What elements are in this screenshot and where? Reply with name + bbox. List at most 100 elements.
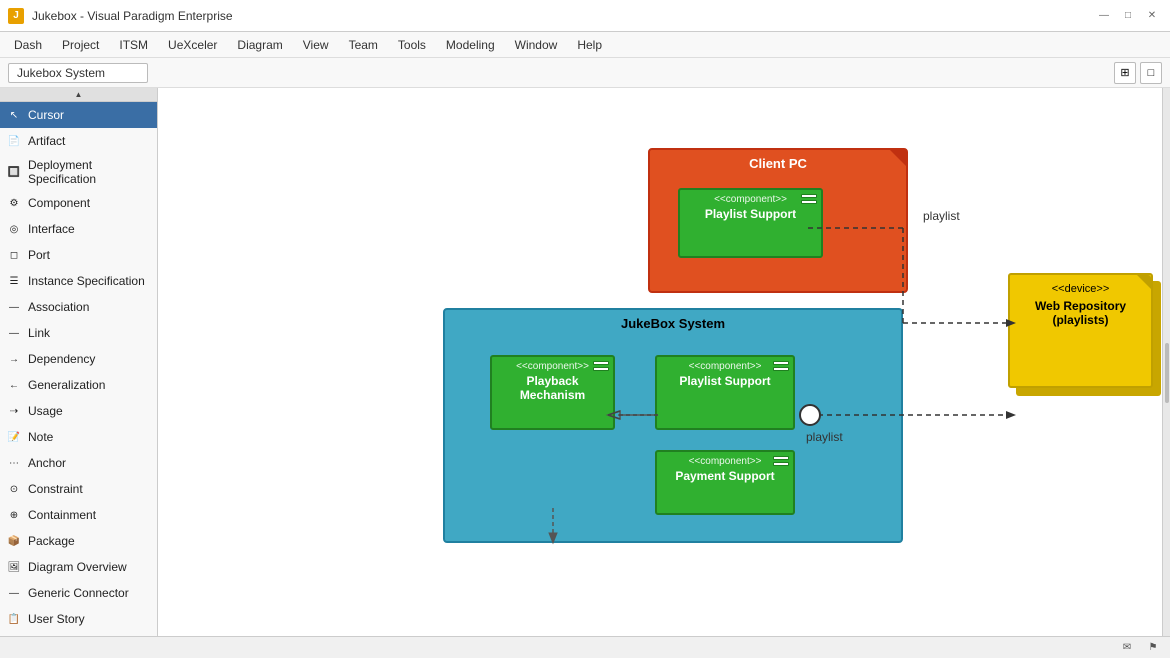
menu-item-modeling[interactable]: Modeling — [436, 35, 505, 55]
flag-icon-button[interactable]: ⚑ — [1144, 639, 1162, 657]
usage-icon: ⇢ — [6, 403, 22, 419]
diagram-canvas[interactable]: playlist Client PC <<component>> Playlis… — [158, 88, 1162, 658]
anchor-icon: ⋯ — [6, 455, 22, 471]
panel-item-usage[interactable]: ⇢ Usage — [0, 398, 157, 424]
panel-item-diagram-overview[interactable]: 🖼Diagram Overview — [0, 554, 157, 580]
dependency-icon: → — [6, 351, 22, 367]
instance-spec-icon: ☰ — [6, 273, 22, 289]
window-controls: — □ ✕ — [1094, 6, 1162, 26]
breadcrumb[interactable]: Jukebox System — [8, 63, 148, 83]
playback-stereotype: <<component>> — [498, 361, 607, 372]
web-repo-stereotype: <<device>> — [1010, 275, 1151, 299]
link-icon: — — [6, 325, 22, 341]
menu-item-window[interactable]: Window — [505, 35, 568, 55]
panel-item-interface[interactable]: ◎ Interface — [0, 216, 157, 242]
jukebox-playlist-name: Playlist Support — [663, 374, 787, 388]
interface-icon: ◎ — [6, 221, 22, 237]
constraint-icon: ⊙ — [6, 481, 22, 497]
interface-label: Interface — [28, 222, 75, 236]
jukebox-system-node[interactable]: JukeBox System <<component>> PlaybackMec… — [443, 308, 903, 543]
association-icon: — — [6, 299, 22, 315]
port-icon: ◻ — [6, 247, 22, 263]
minimize-button[interactable]: — — [1094, 6, 1114, 26]
toolbar: Jukebox System ⊞ □ — [0, 58, 1170, 88]
menu-item-diagram[interactable]: Diagram — [227, 35, 292, 55]
cursor-icon: ↖ — [6, 107, 22, 123]
scroll-up-button[interactable]: ▲ — [0, 88, 157, 102]
menubar: DashProjectITSMUeXcelerDiagramViewTeamTo… — [0, 32, 1170, 58]
email-icon-button[interactable]: ✉ — [1118, 639, 1136, 657]
panel-item-package[interactable]: 📦Package — [0, 528, 157, 554]
playback-component[interactable]: <<component>> PlaybackMechanism — [490, 355, 615, 430]
client-pc-node[interactable]: Client PC <<component>> Playlist Support — [648, 148, 908, 293]
panel-item-cursor[interactable]: ↖ Cursor — [0, 102, 157, 128]
app-title: Jukebox - Visual Paradigm Enterprise — [32, 9, 1162, 23]
diagram-overview-label: Diagram Overview — [28, 560, 127, 574]
panel-item-artifact[interactable]: 📄Artifact — [0, 128, 157, 154]
menu-item-help[interactable]: Help — [567, 35, 612, 55]
panel-item-port[interactable]: ◻Port — [0, 242, 157, 268]
anchor-label: Anchor — [28, 456, 66, 470]
web-repo-name: Web Repository(playlists) — [1010, 299, 1151, 327]
panel-item-anchor[interactable]: ⋯ Anchor — [0, 450, 157, 476]
generalization-label: Generalization — [28, 378, 105, 392]
panel-item-dependency[interactable]: → Dependency — [0, 346, 157, 372]
panel-item-containment[interactable]: ⊕Containment — [0, 502, 157, 528]
web-repo-fold — [1137, 275, 1151, 289]
menu-item-uexceler[interactable]: UeXceler — [158, 35, 227, 55]
scroll-handle — [1165, 343, 1169, 403]
connection-label-playlist: playlist — [923, 209, 960, 223]
panel-item-constraint[interactable]: ⊙ Constraint — [0, 476, 157, 502]
containment-label: Containment — [28, 508, 96, 522]
app-icon: J — [8, 8, 24, 24]
jukebox-title: JukeBox System — [445, 310, 901, 335]
close-button[interactable]: ✕ — [1142, 6, 1162, 26]
panel-item-note[interactable]: 📝 Note — [0, 424, 157, 450]
client-comp-name: Playlist Support — [686, 207, 815, 221]
instance-spec-label: Instance Specification — [28, 274, 145, 288]
panel-item-component[interactable]: ⚙ Component — [0, 190, 157, 216]
web-repo-node[interactable]: <<device>> Web Repository(playlists) — [1008, 273, 1153, 388]
menu-item-team[interactable]: Team — [339, 35, 388, 55]
titlebar: J Jukebox - Visual Paradigm Enterprise —… — [0, 0, 1170, 32]
toolbar-icon-2[interactable]: □ — [1140, 62, 1162, 84]
toolbar-icon-1[interactable]: ⊞ — [1114, 62, 1136, 84]
panel-item-association[interactable]: — Association — [0, 294, 157, 320]
menu-item-tools[interactable]: Tools — [388, 35, 436, 55]
dependency-label: Dependency — [28, 352, 95, 366]
jukebox-playlist-component[interactable]: <<component>> Playlist Support — [655, 355, 795, 430]
node-fold — [890, 150, 906, 166]
package-label: Package — [28, 534, 75, 548]
client-pc-title: Client PC — [650, 150, 906, 175]
menu-item-itsm[interactable]: ITSM — [109, 35, 158, 55]
right-scrollbar[interactable] — [1162, 88, 1170, 658]
deployment-spec-icon: 🔲 — [6, 164, 22, 180]
playback-name: PlaybackMechanism — [498, 374, 607, 402]
user-story-label: User Story — [28, 612, 85, 626]
association-label: Association — [28, 300, 89, 314]
panel-item-instance-spec[interactable]: ☰ Instance Specification — [0, 268, 157, 294]
panel-item-link[interactable]: —Link — [0, 320, 157, 346]
maximize-button[interactable]: □ — [1118, 6, 1138, 26]
menu-item-dash[interactable]: Dash — [4, 35, 52, 55]
cursor-label: Cursor — [28, 108, 64, 122]
constraint-label: Constraint — [28, 482, 83, 496]
artifact-label: Artifact — [28, 134, 65, 148]
usage-label: Usage — [28, 404, 63, 418]
panel-items: ↖ Cursor 📄Artifact🔲Deployment Specificatio… — [0, 102, 157, 658]
component-label: Component — [28, 196, 90, 210]
left-panel: ▲ ↖ Cursor 📄Artifact🔲Deployment Specificat… — [0, 88, 158, 658]
component-icon: ⚙ — [6, 195, 22, 211]
payment-component[interactable]: <<component>> Payment Support — [655, 450, 795, 515]
menu-item-project[interactable]: Project — [52, 35, 109, 55]
menu-item-view[interactable]: View — [293, 35, 339, 55]
panel-item-generalization[interactable]: ←Generalization — [0, 372, 157, 398]
note-label: Note — [28, 430, 53, 444]
user-story-icon: 📋 — [6, 611, 22, 627]
note-icon: 📝 — [6, 429, 22, 445]
client-pc-component[interactable]: <<component>> Playlist Support — [678, 188, 823, 258]
interface-label: playlist — [806, 430, 843, 444]
panel-item-generic-connector[interactable]: —Generic Connector — [0, 580, 157, 606]
panel-item-deployment-spec[interactable]: 🔲Deployment Specification — [0, 154, 157, 190]
panel-item-user-story[interactable]: 📋 User Story — [0, 606, 157, 632]
